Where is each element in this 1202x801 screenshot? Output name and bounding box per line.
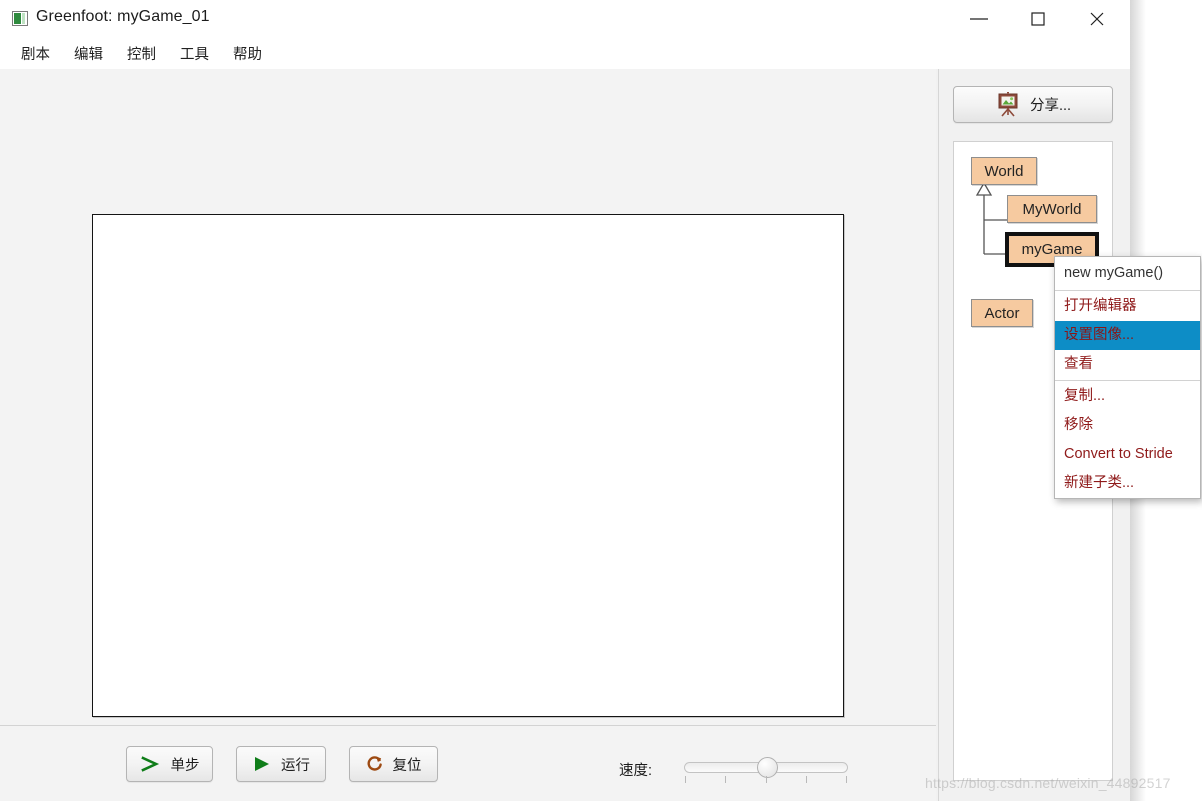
speed-label: 速度:: [619, 763, 653, 779]
watermark: https://blog.csdn.net/weixin_44892517: [925, 775, 1171, 791]
context-menu-separator-2: [1055, 380, 1200, 381]
step-button[interactable]: 单步: [126, 746, 213, 782]
context-menu-item-new-instance[interactable]: new myGame(): [1055, 257, 1200, 289]
menu-item-control[interactable]: 控制: [120, 41, 163, 69]
close-button[interactable]: [1074, 0, 1120, 37]
menu-item-help[interactable]: 帮助: [226, 41, 269, 69]
minimize-button[interactable]: [956, 0, 1002, 37]
maximize-icon: [1031, 12, 1045, 26]
menubar: 剧本 编辑 控制 工具 帮助: [0, 37, 1130, 69]
world-region: [0, 69, 936, 726]
speed-slider[interactable]: [684, 757, 848, 785]
run-button[interactable]: 运行: [236, 746, 326, 782]
play-triangle-icon: [255, 757, 269, 771]
menu-item-tools[interactable]: 工具: [173, 41, 216, 69]
speed-slider-thumb[interactable]: [757, 757, 778, 778]
window-title: Greenfoot: myGame_01: [36, 8, 210, 25]
context-menu-item-inspect[interactable]: 查看: [1055, 350, 1200, 379]
class-box-myworld[interactable]: MyWorld: [1007, 195, 1097, 223]
chevron-right-icon: [140, 756, 159, 772]
context-menu-item-convert-to-stride[interactable]: Convert to Stride: [1055, 440, 1200, 469]
maximize-button[interactable]: [1015, 0, 1061, 37]
reset-button-label: 复位: [392, 757, 422, 774]
titlebar: Greenfoot: myGame_01: [0, 0, 1130, 37]
step-button-label: 单步: [170, 757, 200, 774]
menu-item-scenario[interactable]: 剧本: [14, 41, 57, 69]
class-box-world[interactable]: World: [971, 157, 1037, 185]
class-box-actor-label: Actor: [984, 304, 1020, 322]
class-context-menu[interactable]: new myGame() 打开编辑器 设置图像... 查看 复制... 移除 C…: [1054, 256, 1201, 499]
close-icon: [1090, 12, 1104, 26]
run-button-label: 运行: [281, 757, 310, 774]
context-menu-item-set-image[interactable]: 设置图像...: [1055, 321, 1200, 350]
context-menu-item-new-subclass[interactable]: 新建子类...: [1055, 469, 1200, 498]
class-box-actor[interactable]: Actor: [971, 299, 1033, 327]
menu-item-edit[interactable]: 编辑: [67, 41, 110, 69]
reset-button[interactable]: 复位: [349, 746, 438, 782]
context-menu-separator-1: [1055, 290, 1200, 291]
greenfoot-app-icon: [12, 11, 28, 26]
share-button-label: 分享...: [1029, 98, 1072, 114]
context-menu-item-open-editor[interactable]: 打开编辑器: [1055, 292, 1200, 321]
easel-picture-icon: [998, 91, 1018, 117]
speed-slider-ticks: [684, 776, 848, 783]
context-menu-item-remove[interactable]: 移除: [1055, 411, 1200, 440]
greenfoot-main-window: Greenfoot: myGame_01 剧本 编辑 控制 工具 帮助 单步 运…: [0, 0, 1130, 801]
class-box-world-label: World: [984, 162, 1024, 180]
screen-root: Greenfoot: myGame_01 剧本 编辑 控制 工具 帮助 单步 运…: [0, 0, 1202, 801]
world-canvas[interactable]: [92, 214, 844, 717]
minimize-icon: [970, 18, 988, 20]
context-menu-item-duplicate[interactable]: 复制...: [1055, 382, 1200, 411]
share-button[interactable]: 分享...: [953, 86, 1113, 123]
class-box-myworld-label: MyWorld: [1022, 200, 1082, 218]
reset-circular-arrow-icon: [367, 756, 382, 771]
